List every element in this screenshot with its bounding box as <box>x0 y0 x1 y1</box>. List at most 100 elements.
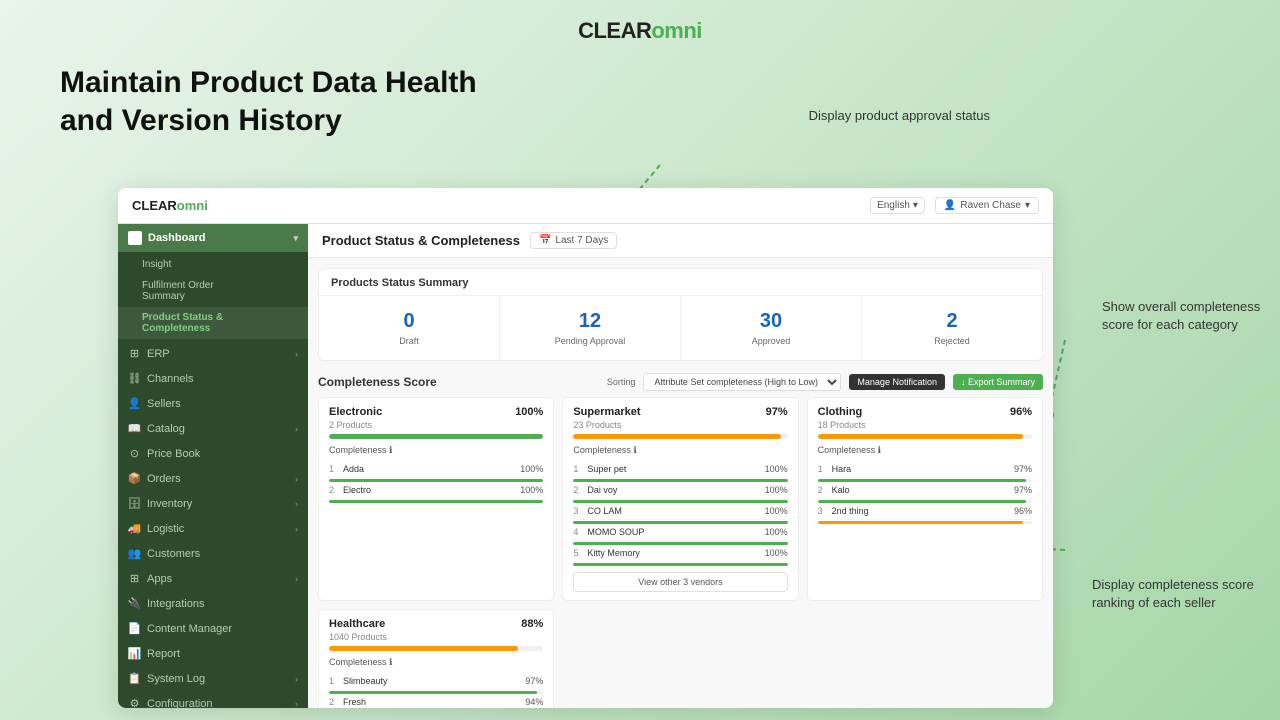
pending-count: 12 <box>508 310 672 333</box>
cat-name-electronic: Electronic <box>329 406 382 418</box>
status-card-draft: 0 Draft <box>319 296 500 360</box>
syslog-icon: 📋 <box>128 672 141 685</box>
lang-label: English <box>877 200 910 211</box>
sellers-label: Sellers <box>147 398 181 410</box>
view-others-button-supermarket[interactable]: View other 3 vendors <box>573 572 787 592</box>
cat-pct-electronic: 100% <box>515 406 543 418</box>
dashboard-icon <box>128 231 142 245</box>
sorting-select[interactable]: Attribute Set completeness (High to Low) <box>643 373 841 391</box>
status-summary-title: Products Status Summary <box>319 269 1042 296</box>
sidebar-item-orders[interactable]: 📦 Orders › <box>118 466 308 491</box>
report-label: Report <box>147 648 180 660</box>
sidebar: Dashboard ▾ Insight Fulfilment OrderSumm… <box>118 224 308 708</box>
main-heading: Maintain Product Data Healthand Version … <box>60 64 560 139</box>
pricebook-icon: ⊙ <box>128 447 141 460</box>
vendor-row: 4 MOMO SOUP 100% <box>573 524 787 541</box>
heading-area: Maintain Product Data Healthand Version … <box>0 54 1280 139</box>
user-menu[interactable]: 👤 Raven Chase ▾ <box>935 197 1039 214</box>
completeness-sub-label-healthcare: Completeness ℹ <box>329 657 543 668</box>
sidebar-item-channels[interactable]: ⛓ Channels <box>118 366 308 391</box>
callout-approval: Display product approval status <box>809 108 990 123</box>
vendor-row: 2 Fresh 94% <box>329 694 543 708</box>
callout-completeness: Show overall completeness score for each… <box>1102 298 1262 334</box>
sidebar-sub-items: Insight Fulfilment OrderSummary Product … <box>118 252 308 341</box>
main-page-header: Product Status & Completeness 📅 Last 7 D… <box>308 224 1053 258</box>
page-title: Product Status & Completeness <box>322 233 520 248</box>
cat-name-clothing: Clothing <box>818 406 863 418</box>
sidebar-item-product-status[interactable]: Product Status &Completeness <box>118 307 308 339</box>
config-chevron: › <box>295 699 298 709</box>
sidebar-item-config[interactable]: ⚙ Configuration › <box>118 691 308 708</box>
status-card-pending: 12 Pending Approval <box>500 296 681 360</box>
catalog-icon: 📖 <box>128 422 141 435</box>
logistic-chevron: › <box>295 524 298 534</box>
cat-bar-supermarket <box>573 434 787 439</box>
category-card-clothing: Clothing 96% 18 Products Completeness ℹ … <box>807 397 1043 601</box>
vendor-list-healthcare: 1 Slimbeauty 97% 2 Fresh 94% 3 <box>329 673 543 708</box>
sidebar-item-sellers[interactable]: 👤 Sellers <box>118 391 308 416</box>
completeness-sub-label-electronic: Completeness ℹ <box>329 445 543 456</box>
sidebar-item-logistic[interactable]: 🚚 Logistic › <box>118 516 308 541</box>
sidebar-item-customers[interactable]: 👥 Customers <box>118 541 308 566</box>
manage-notification-button[interactable]: Manage Notification <box>849 374 945 390</box>
sidebar-item-apps[interactable]: ⊞ Apps › <box>118 566 308 591</box>
content-icon: 📄 <box>128 622 141 635</box>
sidebar-item-content[interactable]: 📄 Content Manager <box>118 616 308 641</box>
category-card-supermarket: Supermarket 97% 23 Products Completeness… <box>562 397 798 601</box>
export-summary-button[interactable]: ↓ Export Summary <box>953 374 1043 390</box>
report-icon: 📊 <box>128 647 141 660</box>
sidebar-item-integrations[interactable]: 🔌 Integrations <box>118 591 308 616</box>
sidebar-item-pricebook[interactable]: ⊙ Price Book <box>118 441 308 466</box>
cat-pct-supermarket: 97% <box>766 406 788 418</box>
sellers-icon: 👤 <box>128 397 141 410</box>
main-content: Product Status & Completeness 📅 Last 7 D… <box>308 224 1053 708</box>
approved-count: 30 <box>689 310 853 333</box>
app-logo: CLEARomni <box>132 198 208 213</box>
completeness-section-title: Completeness Score <box>318 375 599 389</box>
inventory-chevron: › <box>295 499 298 509</box>
cat-pct-healthcare: 88% <box>521 618 543 630</box>
vendor-row: 2 Dai voy 100% <box>573 482 787 499</box>
sidebar-item-syslog[interactable]: 📋 System Log › <box>118 666 308 691</box>
config-icon: ⚙ <box>128 697 141 708</box>
rejected-label: Rejected <box>870 336 1034 346</box>
erp-chevron: › <box>295 349 298 359</box>
sidebar-item-insight[interactable]: Insight <box>118 254 308 275</box>
customers-icon: 👥 <box>128 547 141 560</box>
orders-icon: 📦 <box>128 472 141 485</box>
integrations-label: Integrations <box>147 598 204 610</box>
callout-ranking: Display completeness score ranking of ea… <box>1092 576 1262 612</box>
sidebar-item-catalog[interactable]: 📖 Catalog › <box>118 416 308 441</box>
sidebar-dashboard[interactable]: Dashboard ▾ <box>118 224 308 252</box>
category-card-electronic: Electronic 100% 2 Products Completeness … <box>318 397 554 601</box>
cat-bar-healthcare <box>329 646 543 651</box>
draft-count: 0 <box>327 310 491 333</box>
sidebar-item-report[interactable]: 📊 Report <box>118 641 308 666</box>
integrations-icon: 🔌 <box>128 597 141 610</box>
top-logo: CLEARomni <box>0 0 1280 54</box>
app-header: CLEARomni English ▾ 👤 Raven Chase ▾ <box>118 188 1053 224</box>
status-cards-row: 0 Draft 12 Pending Approval 30 Approved … <box>319 296 1042 360</box>
cat-bar-electronic <box>329 434 543 439</box>
sidebar-item-inventory[interactable]: 🗄 Inventory › <box>118 491 308 516</box>
completeness-sub-label-clothing: Completeness ℹ <box>818 445 1032 456</box>
apps-icon: ⊞ <box>128 572 141 585</box>
erp-label: ERP <box>147 348 170 360</box>
sidebar-item-fulfilment[interactable]: Fulfilment OrderSummary <box>118 275 308 307</box>
syslog-chevron: › <box>295 674 298 684</box>
app-window: CLEARomni English ▾ 👤 Raven Chase ▾ Dash… <box>118 188 1053 708</box>
vendor-row: 3 2nd thing 96% <box>818 503 1032 520</box>
date-filter-badge[interactable]: 📅 Last 7 Days <box>530 232 617 249</box>
logo-text: CLEARomni <box>578 18 702 43</box>
user-icon: 👤 <box>944 200 956 211</box>
status-summary-card: Products Status Summary 0 Draft 12 Pendi… <box>318 268 1043 361</box>
orders-label: Orders <box>147 473 181 485</box>
logistic-label: Logistic <box>147 523 184 535</box>
status-card-approved: 30 Approved <box>681 296 862 360</box>
sidebar-item-erp[interactable]: ⊞ ERP › <box>118 341 308 366</box>
catalog-label: Catalog <box>147 423 185 435</box>
language-selector[interactable]: English ▾ <box>870 197 925 214</box>
vendor-list-electronic: 1 Adda 100% 2 Electro 100% <box>329 461 543 503</box>
completeness-header-bar: Completeness Score Sorting Attribute Set… <box>308 367 1053 397</box>
syslog-label: System Log <box>147 673 205 685</box>
